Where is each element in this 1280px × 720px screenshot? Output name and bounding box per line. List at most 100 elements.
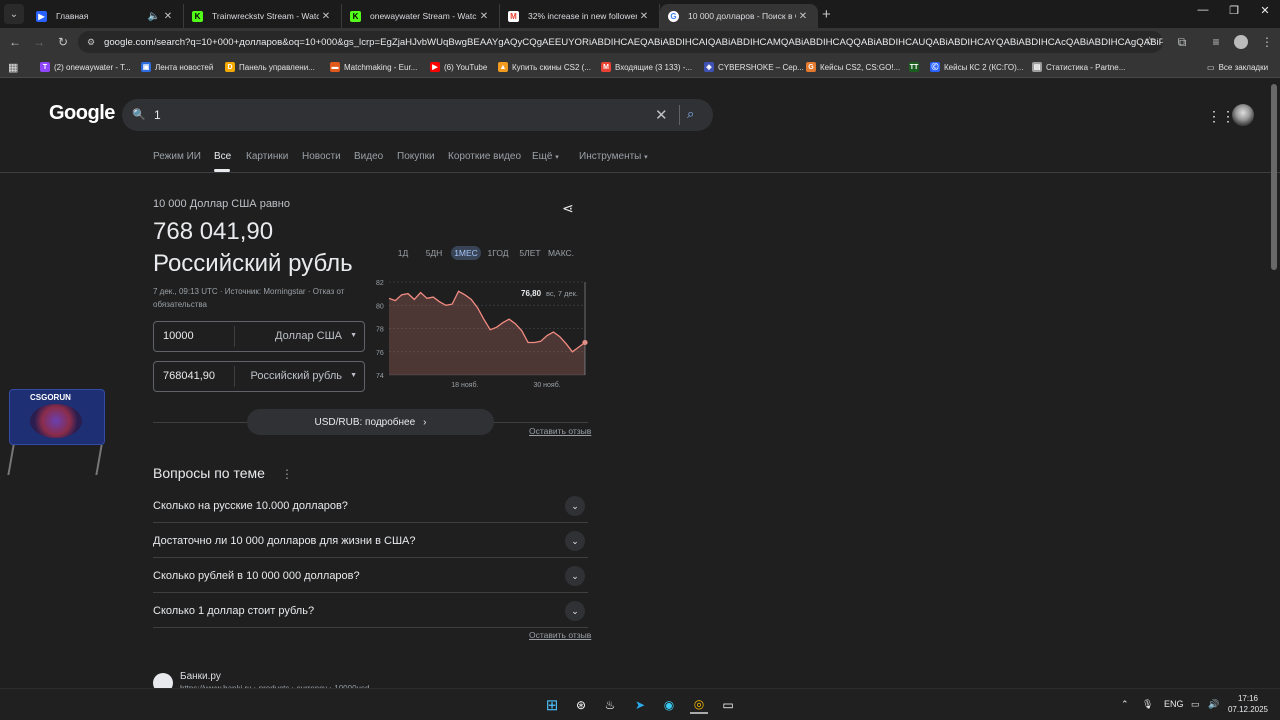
chevron-down-icon[interactable]: ⌄ — [565, 496, 585, 516]
game-app-icon[interactable]: ⊛ — [572, 696, 590, 714]
search-submit-icon[interactable]: ⌕ — [687, 106, 694, 122]
app-window-icon[interactable]: ▭ — [719, 696, 737, 714]
feedback-link[interactable]: Оставить отзыв — [529, 426, 591, 436]
tab-search-button[interactable]: ⌄ — [4, 4, 24, 24]
question-item[interactable]: Сколько 1 доллар стоит рубль? ⌄ — [153, 593, 588, 628]
google-logo[interactable]: Google — [49, 102, 115, 125]
amount-to-value[interactable]: 768041,90 — [163, 370, 215, 382]
bookmark-item[interactable]: M Входящие (3 133) -... — [601, 61, 692, 73]
amount-input-to[interactable]: 768041,90 Российский рубль ▼ — [153, 361, 365, 392]
search-box[interactable]: 🔍 1 ✕ ⌕ — [122, 99, 713, 131]
tab-gmail[interactable]: M 32% increase in new followers ✕ — [500, 4, 660, 28]
all-bookmarks[interactable]: ▭ Все закладки — [1207, 61, 1268, 73]
extensions-icon[interactable]: ⧉ — [1173, 33, 1191, 51]
amount-input-from[interactable]: 10000 Доллар США ▼ — [153, 321, 365, 352]
volume-icon[interactable]: 🔊 — [1208, 699, 1219, 710]
bookmark-item[interactable]: ▲ Купить скины CS2 (... — [498, 61, 591, 73]
restore-button[interactable]: ❐ — [1219, 4, 1249, 17]
account-avatar[interactable] — [1232, 104, 1254, 126]
back-button[interactable]: ← — [6, 33, 24, 51]
question-item[interactable]: Достаточно ли 10 000 долларов для жизни … — [153, 523, 588, 558]
edge-icon[interactable]: ◉ — [660, 696, 678, 714]
address-text: google.com/search?q=10+000+долларов&oq=1… — [104, 36, 1163, 48]
system-clock[interactable]: 17:16 07.12.2025 — [1227, 693, 1269, 715]
input-language[interactable]: ENG — [1164, 699, 1184, 709]
chrome-icon[interactable]: ◎ — [690, 696, 708, 714]
mute-icon[interactable]: 🔈 — [147, 11, 161, 22]
caret-down-icon[interactable]: ▼ — [350, 372, 357, 379]
range-max[interactable]: МАКС. — [547, 246, 575, 260]
media-control-icon[interactable]: ≡ — [1207, 33, 1225, 51]
tab-main[interactable]: ▶ Главная 🔈 ✕ — [28, 4, 184, 28]
feedback-link[interactable]: Оставить отзыв — [529, 630, 591, 640]
share-icon[interactable]: ⋖ — [562, 200, 574, 217]
profile-icon[interactable] — [1232, 33, 1250, 51]
chevron-down-icon[interactable]: ⌄ — [565, 566, 585, 586]
address-bar[interactable]: ⚙ google.com/search?q=10+000+долларов&oq… — [78, 31, 1163, 53]
bookmark-item[interactable]: TT — [909, 61, 923, 73]
currency-select-from[interactable]: Доллар США — [275, 330, 342, 342]
range-5d[interactable]: 5ДН — [422, 246, 446, 260]
page-scrollbar[interactable] — [1271, 84, 1277, 270]
tab-more[interactable]: Ещё ▾ — [532, 151, 559, 165]
microphone-icon[interactable]: 🎙 — [1142, 699, 1153, 710]
amount-from-value[interactable]: 10000 — [163, 330, 194, 342]
more-options-icon[interactable]: ⋮ — [281, 467, 293, 481]
question-item[interactable]: Сколько на русские 10.000 долларов? ⌄ — [153, 488, 588, 523]
tab-ai-mode[interactable]: Режим ИИ — [153, 151, 201, 165]
bookmark-item[interactable]: Ⓒ Кейсы КС 2 (КС:ГО)... — [930, 61, 1023, 73]
close-tab-icon[interactable]: ✕ — [796, 11, 810, 22]
site-info-icon[interactable]: ⚙ — [87, 37, 95, 48]
tab-images[interactable]: Картинки — [246, 151, 288, 165]
bookmark-item[interactable]: ▬ Matchmaking - Eur... — [330, 61, 417, 73]
new-tab-button[interactable]: + — [822, 6, 831, 23]
bookmark-item[interactable]: T (2) onewaywater - T... — [40, 61, 131, 73]
currency-select-to[interactable]: Российский рубль — [251, 370, 343, 382]
search-input[interactable]: 1 — [154, 108, 161, 122]
bookmark-item[interactable]: ▶ (6) YouTube — [430, 61, 487, 73]
tab-short-videos[interactable]: Короткие видео — [448, 151, 521, 165]
range-1y[interactable]: 1ГОД — [485, 246, 511, 260]
display-icon[interactable]: ▭ — [1191, 699, 1200, 710]
close-tab-icon[interactable]: ✕ — [319, 11, 333, 22]
tray-chevron-icon[interactable]: ⌃ — [1121, 699, 1129, 710]
usd-rub-more-button[interactable]: USD/RUB: подробнее › — [247, 409, 494, 435]
range-5y[interactable]: 5ЛЕТ — [516, 246, 544, 260]
telegram-icon[interactable]: ➤ — [631, 696, 649, 714]
tab-tools[interactable]: Инструменты ▾ — [579, 151, 648, 165]
tab-trainwreckstv[interactable]: K Trainwreckstv Stream - Watch L ✕ — [184, 4, 342, 28]
steam-icon[interactable]: ♨ — [601, 696, 619, 714]
minimize-button[interactable]: — — [1188, 4, 1218, 16]
bookmark-item[interactable]: ◈ CYBERSHOKE – Сер... — [704, 61, 804, 73]
chevron-down-icon[interactable]: ⌄ — [565, 601, 585, 621]
windows-start-icon[interactable]: ⊞ — [543, 696, 561, 714]
result-site-name[interactable]: Банки.ру — [180, 671, 221, 682]
range-1m[interactable]: 1МЕС — [451, 246, 481, 260]
tab-all[interactable]: Все — [214, 151, 231, 165]
tab-video[interactable]: Видео — [354, 151, 383, 165]
bookmark-star-icon[interactable]: ☆ — [1144, 34, 1155, 48]
forward-button[interactable]: → — [30, 33, 48, 51]
close-tab-icon[interactable]: ✕ — [477, 11, 491, 22]
apps-grid-icon[interactable]: ▦ — [8, 61, 18, 74]
question-item[interactable]: Сколько рублей в 10 000 000 долларов? ⌄ — [153, 558, 588, 593]
tab-shopping[interactable]: Покупки — [397, 151, 435, 165]
tab-news[interactable]: Новости — [302, 151, 341, 165]
chevron-down-icon[interactable]: ⌄ — [565, 531, 585, 551]
bookmark-item[interactable]: ▤ Статистика - Partne... — [1032, 61, 1125, 73]
reload-button[interactable]: ↻ — [54, 33, 72, 51]
range-1d[interactable]: 1Д — [392, 246, 414, 260]
close-tab-icon[interactable]: ✕ — [161, 11, 175, 22]
kick-icon: K — [350, 10, 361, 22]
menu-icon[interactable]: ⋮ — [1258, 33, 1276, 51]
close-window-button[interactable]: ✕ — [1250, 4, 1280, 17]
bookmark-item[interactable]: D Панель управлени... — [225, 61, 315, 73]
tab-onewaywater[interactable]: K onewaywater Stream - Watch L ✕ — [342, 4, 500, 28]
csgorun-widget[interactable]: CSGORUN — [0, 385, 110, 480]
caret-down-icon[interactable]: ▼ — [350, 332, 357, 339]
bookmark-item[interactable]: ▣ Лента новостей — [141, 61, 213, 73]
bookmark-item[interactable]: G Кейсы CS2, CS:GO!... — [806, 61, 900, 73]
tab-google-search[interactable]: G 10 000 долларов - Поиск в Go ✕ — [660, 4, 818, 28]
close-tab-icon[interactable]: ✕ — [637, 11, 651, 22]
clear-icon[interactable]: ✕ — [655, 106, 668, 124]
